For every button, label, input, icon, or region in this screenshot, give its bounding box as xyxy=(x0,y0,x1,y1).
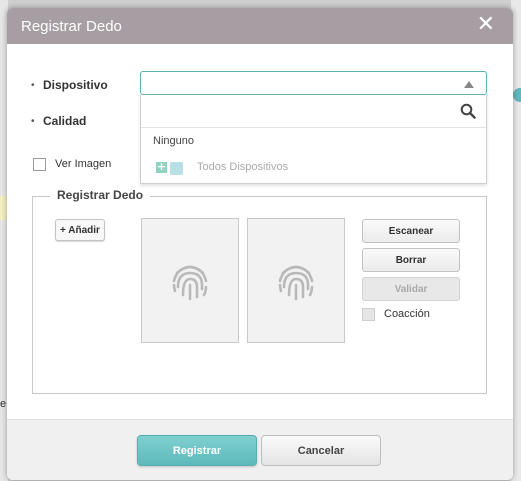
cancel-button[interactable]: Cancelar xyxy=(261,435,381,466)
coercion-checkbox[interactable] xyxy=(362,308,375,321)
expand-plus-icon[interactable]: + xyxy=(156,161,167,173)
register-button[interactable]: Registrar xyxy=(137,435,257,466)
calidad-label: Calidad xyxy=(43,114,87,128)
delete-button[interactable]: Borrar xyxy=(362,248,460,272)
required-bullet: • xyxy=(31,80,35,91)
dispositivo-select[interactable] xyxy=(140,71,487,95)
required-bullet: • xyxy=(31,116,35,127)
tree-node-icons: + xyxy=(156,161,183,175)
device-group-icon xyxy=(170,162,183,175)
fingerprint-icon xyxy=(172,265,208,300)
search-icon[interactable] xyxy=(460,103,476,119)
dialog-header: Registrar Dedo ✕ xyxy=(7,8,513,44)
chevron-up-icon[interactable] xyxy=(464,81,474,88)
dispositivo-label: Dispositivo xyxy=(43,78,108,92)
fingerprint-icon xyxy=(278,265,314,300)
register-finger-dialog: Registrar Dedo ✕ • Dispositivo • Calidad… xyxy=(7,8,513,480)
add-button[interactable]: + Añadir xyxy=(55,219,105,241)
dropdown-search-input[interactable] xyxy=(141,95,486,128)
dispositivo-dropdown: Ninguno + Todos Dispositivos xyxy=(140,95,487,184)
ver-imagen-checkbox[interactable] xyxy=(33,158,46,171)
fingerprint-slot-1[interactable] xyxy=(141,218,239,343)
validate-button: Validar xyxy=(362,277,460,301)
coercion-label: Coacción xyxy=(384,308,430,320)
close-icon[interactable]: ✕ xyxy=(477,14,495,36)
register-finger-legend: Registrar Dedo xyxy=(50,188,151,202)
background-text-fragment: e xyxy=(0,398,7,410)
background-accent-dot xyxy=(513,88,521,102)
ver-imagen-label: Ver Imagen xyxy=(55,158,112,170)
dialog-footer xyxy=(7,419,513,480)
dialog-title: Registrar Dedo xyxy=(21,17,122,35)
scan-button[interactable]: Escanear xyxy=(362,219,460,243)
dropdown-option-todos-dispositivos[interactable]: Todos Dispositivos xyxy=(197,161,288,173)
fingerprint-slot-2[interactable] xyxy=(247,218,345,343)
dropdown-option-ninguno[interactable]: Ninguno xyxy=(153,135,194,147)
